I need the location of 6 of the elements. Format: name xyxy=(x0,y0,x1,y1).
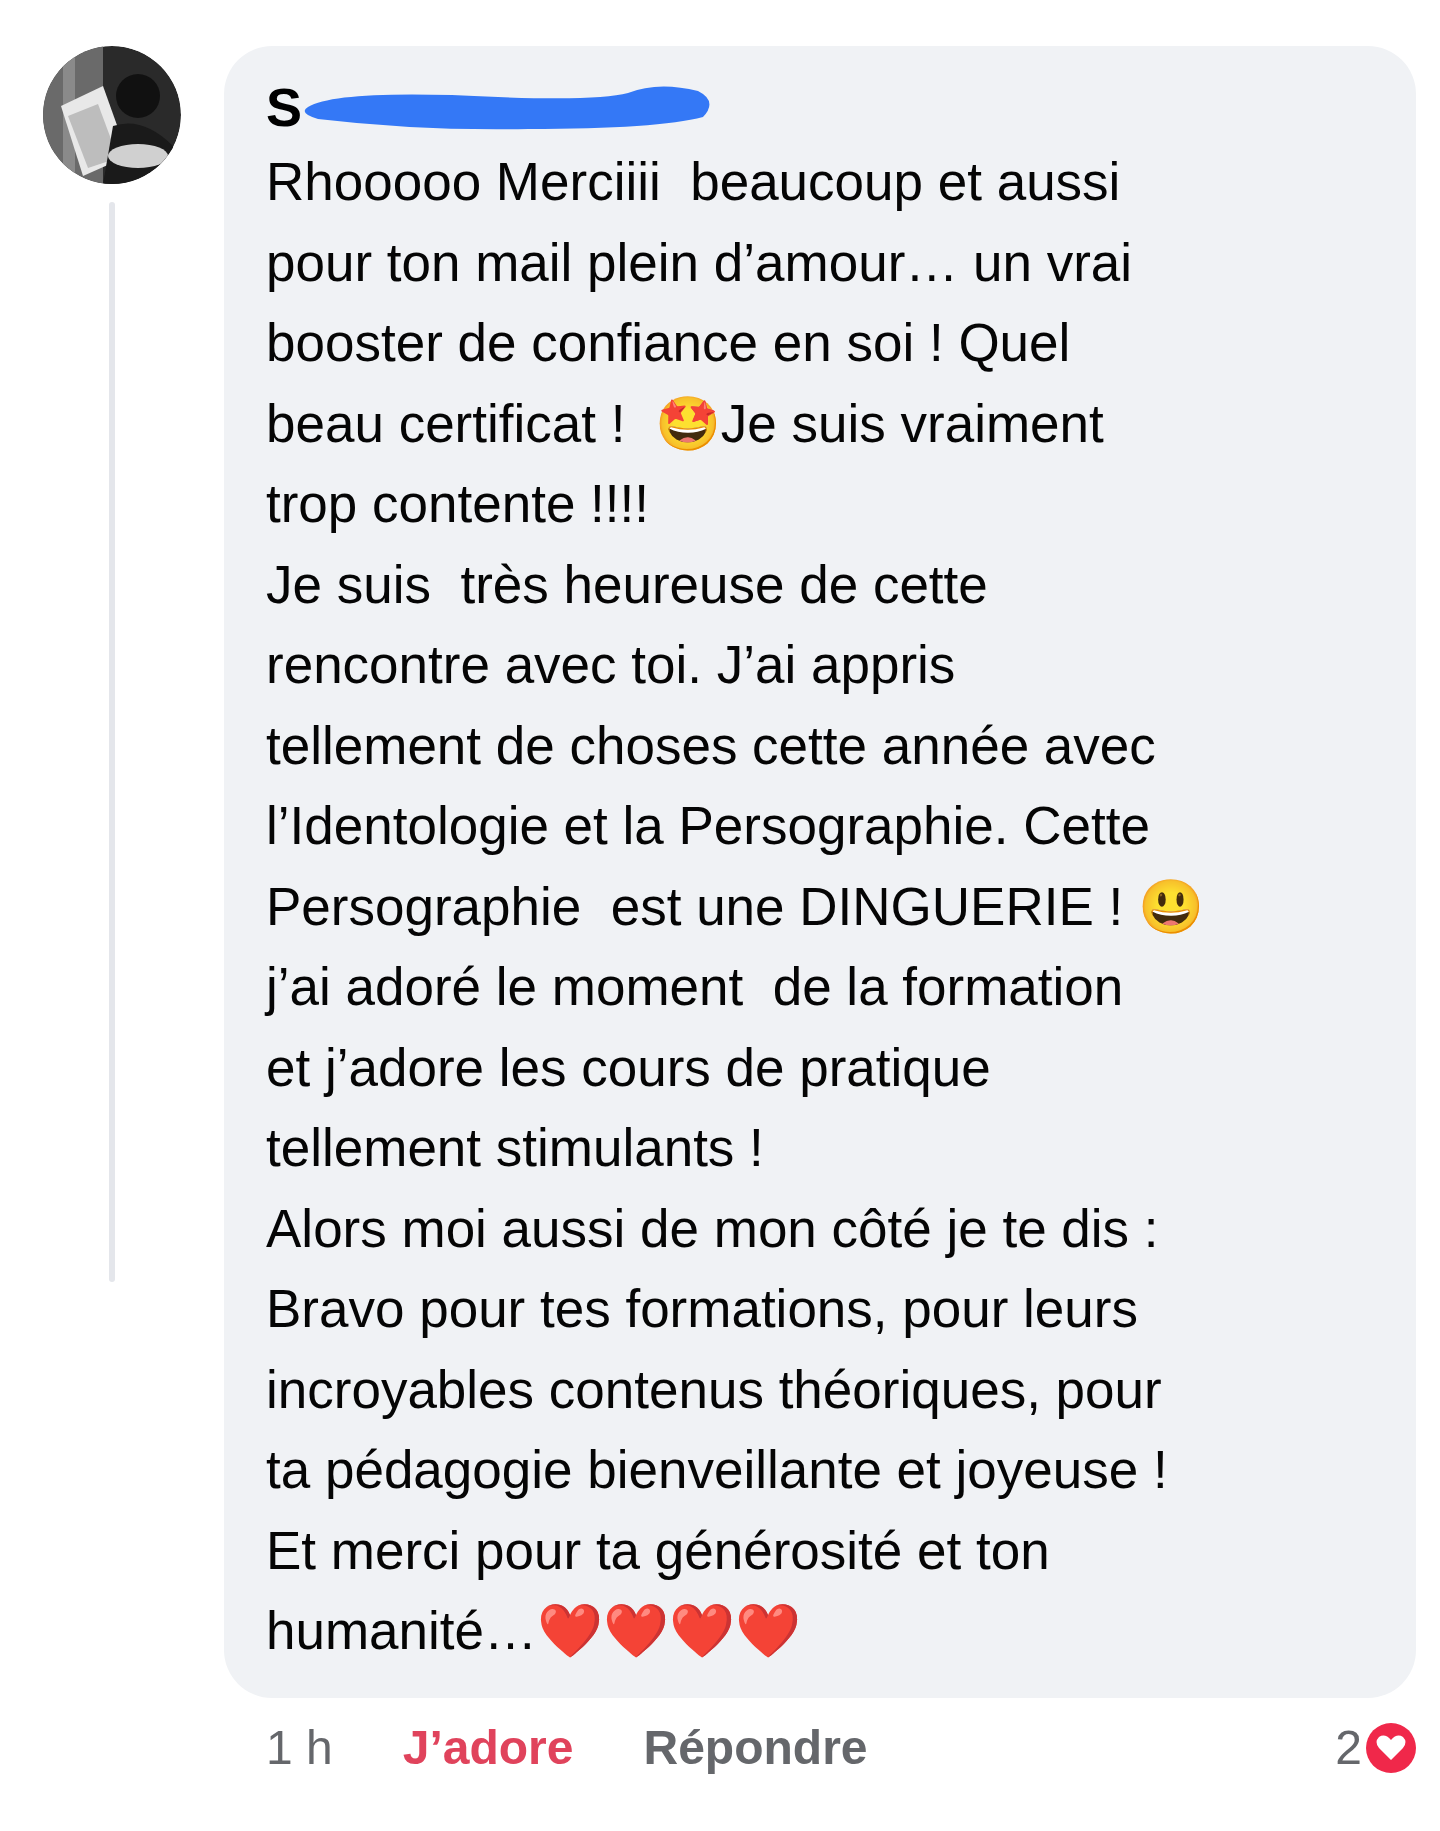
author-name[interactable]: S xyxy=(266,80,303,134)
reaction-count: 2 xyxy=(1335,1719,1362,1776)
timestamp: 1 h xyxy=(266,1719,333,1776)
comment-text: Rhooooo Merciiii beaucoup et aussi pour ton mail plein d’amour… un vrai booster de confiance en soi ! Quel beau certificat ! 🤩Je suis vraiment trop contente !!!! Je suis très heureuse de cette rencontre avec toi. J’ai appris tellement de choses cette année avec l’Identologie et la Persographie. Cette Persographie est une DINGUERIE ! 😃 j’ai adoré le moment de la formation et j’adore les cours de pratique tellement stimulants ! Alors moi aussi de mon côté je te dis : Bravo pour tes formations, pour leurs incroyables contenus théoriques, pour ta pédagogie bienveillante et joyeuse ! Et merci pour ta générosité et ton humanité…❤❤❤❤ xyxy=(266,151,1205,1662)
love-reaction-link[interactable]: J’adore xyxy=(402,1711,574,1784)
reply-link[interactable]: Répondre xyxy=(643,1711,868,1784)
